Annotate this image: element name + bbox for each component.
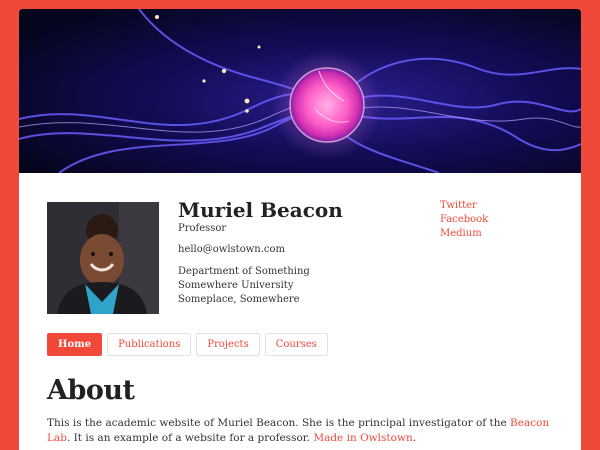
twitter-link[interactable]: Twitter	[440, 199, 488, 213]
profile-photo	[47, 202, 159, 314]
medium-link[interactable]: Medium	[440, 227, 488, 241]
address-location: Someplace, Somewhere	[178, 294, 300, 305]
plasma-ball-image	[19, 9, 581, 173]
about-paragraph: This is the academic website of Muriel B…	[47, 416, 559, 445]
nav-tabs: Home Publications Projects Courses	[47, 333, 328, 356]
about-text-3: .	[412, 431, 417, 444]
profile-email: hello@owlstown.com	[178, 244, 286, 255]
banner-image	[19, 9, 581, 173]
profile-name: Muriel Beacon	[178, 198, 343, 222]
profile-photo-image	[47, 202, 159, 314]
address-university: Somewhere University	[178, 280, 294, 291]
profile-role: Professor	[178, 223, 227, 234]
address-department: Department of Something	[178, 266, 310, 277]
profile-card: Muriel Beacon Professor hello@owlstown.c…	[19, 9, 581, 450]
about-text-2: . It is an example of a website for a pr…	[66, 431, 314, 444]
about-heading: About	[47, 375, 135, 406]
owlstown-link[interactable]: Made in Owlstown	[313, 432, 412, 444]
tab-courses[interactable]: Courses	[264, 333, 328, 356]
tab-publications[interactable]: Publications	[107, 333, 192, 356]
about-text-1: This is the academic website of Muriel B…	[47, 417, 511, 429]
social-links: Twitter Facebook Medium	[440, 199, 488, 241]
facebook-link[interactable]: Facebook	[440, 213, 488, 227]
tab-home[interactable]: Home	[47, 333, 103, 356]
profile-address: Department of Something Somewhere Univer…	[178, 265, 310, 307]
tab-projects[interactable]: Projects	[196, 333, 260, 356]
